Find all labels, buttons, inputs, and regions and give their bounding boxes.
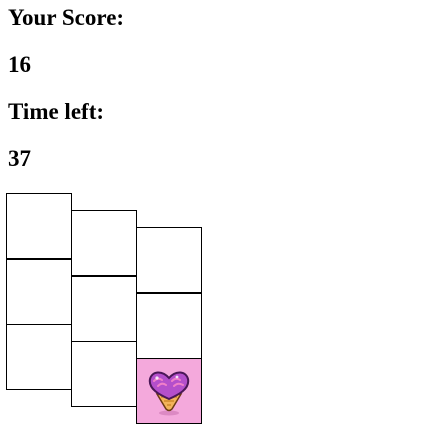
score-value: 16 bbox=[8, 52, 31, 77]
board-cell-c1-r1[interactable] bbox=[6, 193, 72, 259]
board-cell-c2-r3[interactable] bbox=[71, 341, 137, 407]
board-cell-c3-r3[interactable] bbox=[136, 358, 202, 424]
board-cell-c1-r3[interactable] bbox=[6, 324, 72, 390]
time-left-label: Time left: bbox=[8, 99, 105, 124]
score-label: Your Score: bbox=[8, 5, 125, 30]
board-cell-c3-r1[interactable] bbox=[136, 227, 202, 293]
board-cell-c1-r2[interactable] bbox=[6, 259, 72, 325]
ice-cream-heart-icon bbox=[148, 371, 190, 416]
board-cell-c2-r1[interactable] bbox=[71, 210, 137, 276]
time-left-value: 37 bbox=[8, 146, 31, 171]
board-cell-c2-r2[interactable] bbox=[71, 276, 137, 342]
board-cell-c3-r2[interactable] bbox=[136, 293, 202, 359]
